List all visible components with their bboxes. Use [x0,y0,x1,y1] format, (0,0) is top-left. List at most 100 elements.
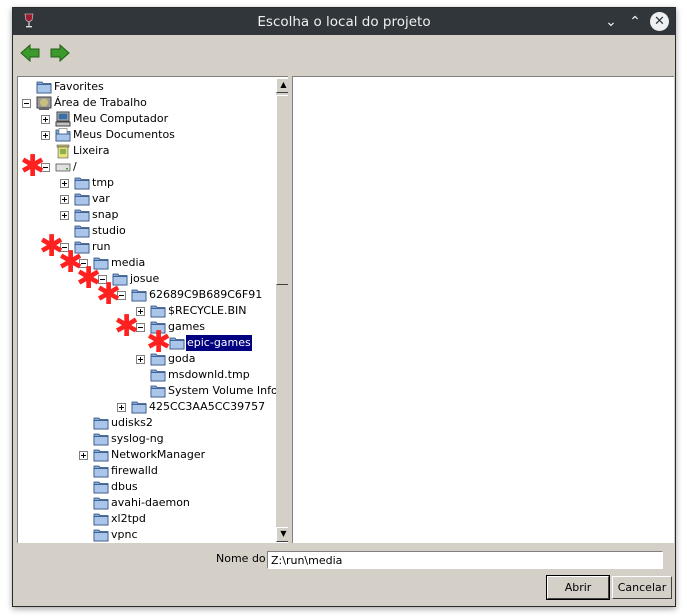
tree-row[interactable]: josue [18,271,276,287]
tree-row-label[interactable]: Meu Computador [72,111,169,127]
tree-row-label[interactable]: Favorites [53,79,105,95]
tree-row[interactable]: snap [18,207,276,223]
tree-row-label[interactable]: studio [91,223,127,239]
tree-row[interactable]: NetworkManager [18,447,276,463]
tree-row-label[interactable]: syslog-ng [110,431,165,447]
collapse-icon[interactable] [22,99,31,108]
expand-icon[interactable] [79,451,88,460]
tree-row-label[interactable]: Área de Trabalho [53,95,148,111]
tree-row-label[interactable]: goda [167,351,196,367]
tree-row[interactable]: goda [18,351,276,367]
tree-row-label[interactable]: Lixeira [72,143,110,159]
tree-row-label[interactable]: / [72,159,78,175]
tree-row[interactable]: Área de Trabalho [18,95,276,111]
file-list-pane[interactable] [292,76,674,543]
folder-icon [131,399,147,415]
tree-row-label[interactable]: NetworkManager [110,447,206,463]
browser-panes: Favorites Área de Trabalho Meu Computador M… [17,76,674,543]
tree-row-label[interactable]: josue [129,271,160,287]
tree-row-label[interactable]: dbus [110,479,139,495]
tree-row[interactable]: vpnc [18,527,276,543]
folder-icon [93,415,109,431]
tree-row-label[interactable]: media [110,255,146,271]
folder-icon [150,351,166,367]
folder-icon [93,463,109,479]
tree-row-label[interactable]: run [91,239,111,255]
expand-icon[interactable] [60,195,69,204]
tree-row[interactable]: Meus Documentos [18,127,276,143]
expand-icon[interactable] [60,179,69,188]
tree-scrollbar[interactable]: ▲ ▼ [276,78,288,542]
tree-row[interactable]: 425CC3AA5CC39757 [18,399,276,415]
tree-row-label[interactable]: msdownld.tmp [167,367,251,383]
minimize-button[interactable]: ⌄ [601,12,621,32]
folder-icon [93,495,109,511]
back-arrow-icon[interactable] [19,43,41,63]
dialog-window: Escolha o local do projeto ⌄ ⌃ ✕ Favorit… [12,7,676,607]
tree-row[interactable]: 62689C9B689C6F91 [18,287,276,303]
scroll-thumb[interactable] [276,95,288,285]
tree-row[interactable]: $RECYCLE.BIN [18,303,276,319]
folder-icon [93,511,109,527]
expand-icon[interactable] [41,115,50,124]
tree-row[interactable]: var [18,191,276,207]
folder-icon [150,303,166,319]
tree-row-label[interactable]: Meus Documentos [72,127,176,143]
tree-row[interactable]: firewalld [18,463,276,479]
toolbar [13,35,675,71]
tree-row[interactable]: avahi-daemon [18,495,276,511]
scroll-up-button[interactable]: ▲ [276,78,288,93]
scroll-down-button[interactable]: ▼ [276,527,288,542]
tree-row-label[interactable]: snap [91,207,119,223]
expand-icon[interactable] [117,403,126,412]
tree-row[interactable]: Meu Computador [18,111,276,127]
documents-icon [55,127,71,143]
tree-row-label[interactable]: firewalld [110,463,159,479]
folder-icon [93,431,109,447]
folder-icon [74,223,90,239]
tree-row-label[interactable]: avahi-daemon [110,495,191,511]
expand-icon[interactable] [136,355,145,364]
tree-row-label[interactable]: tmp [91,175,115,191]
folder-icon [93,479,109,495]
tree-row-label[interactable]: $RECYCLE.BIN [167,303,247,319]
folder-icon [150,383,166,399]
tree-row-label[interactable]: epic-games [185,334,253,352]
tree-row[interactable]: xl2tpd [18,511,276,527]
cancel-button[interactable]: Cancelar [612,576,672,599]
tree-row[interactable]: udisks2 [18,415,276,431]
tree-row[interactable]: Lixeira [18,143,276,159]
tree-row-label[interactable]: var [91,191,111,207]
tree-row-label[interactable]: games [167,319,206,335]
forward-arrow-icon[interactable] [49,43,71,63]
tree-row[interactable]: tmp [18,175,276,191]
open-button[interactable]: Abrir [546,575,610,600]
folder-tree[interactable]: Favorites Área de Trabalho Meu Computador M… [17,76,288,543]
tree-row-label[interactable]: vpnc [110,527,139,543]
folder-icon [74,191,90,207]
tree-row-label[interactable]: 425CC3AA5CC39757 [148,399,266,415]
name-input[interactable]: Z:\run\media [267,551,663,569]
expand-icon[interactable] [60,211,69,220]
tree-row[interactable]: msdownld.tmp [18,367,276,383]
tree-row-label[interactable]: udisks2 [110,415,154,431]
desktop-icon [36,95,52,111]
folder-icon [150,367,166,383]
folder-icon [36,79,52,95]
tree-row[interactable]: media [18,255,276,271]
title-bar[interactable]: Escolha o local do projeto ⌄ ⌃ ✕ [13,8,675,35]
tree-row-label[interactable]: 62689C9B689C6F91 [148,287,263,303]
tree-row-label[interactable]: System Volume Inform [167,383,288,399]
tree-row[interactable]: Favorites [18,79,276,95]
tree-row[interactable]: / [18,159,276,175]
tree-row[interactable]: syslog-ng [18,431,276,447]
tree-row-label[interactable]: xl2tpd [110,511,147,527]
tree-row[interactable]: dbus [18,479,276,495]
folder-icon [93,447,109,463]
name-field-label: Nome do [216,552,266,565]
expand-icon[interactable] [41,131,50,140]
computer-icon [55,111,71,127]
close-button[interactable]: ✕ [650,12,669,31]
maximize-button[interactable]: ⌃ [625,12,645,32]
tree-row[interactable]: System Volume Inform [18,383,288,399]
